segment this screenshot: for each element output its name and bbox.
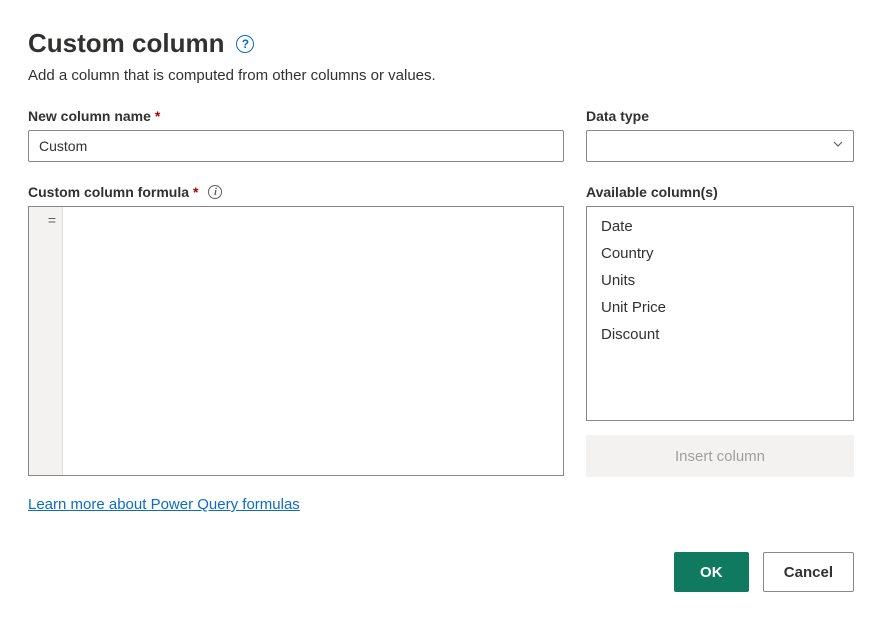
list-item[interactable]: Units	[587, 267, 853, 294]
ok-button[interactable]: OK	[674, 552, 749, 592]
info-icon[interactable]: i	[208, 185, 222, 199]
new-column-name-label: New column name *	[28, 108, 564, 124]
data-type-select[interactable]	[586, 130, 854, 162]
help-icon[interactable]: ?	[236, 35, 254, 53]
required-mark: *	[193, 184, 198, 200]
formula-editor[interactable]	[63, 207, 563, 475]
cancel-button[interactable]: Cancel	[763, 552, 854, 592]
required-mark: *	[155, 108, 160, 124]
list-item[interactable]: Unit Price	[587, 294, 853, 321]
available-columns-label: Available column(s)	[586, 184, 854, 200]
formula-gutter: =	[29, 207, 63, 475]
dialog-subtitle: Add a column that is computed from other…	[28, 67, 854, 84]
insert-column-button[interactable]: Insert column	[586, 435, 854, 477]
new-column-name-input[interactable]	[28, 130, 564, 162]
data-type-label: Data type	[586, 108, 854, 124]
list-item[interactable]: Date	[587, 213, 853, 240]
list-item[interactable]: Discount	[587, 321, 853, 348]
formula-editor-container: =	[28, 206, 564, 476]
learn-more-link[interactable]: Learn more about Power Query formulas	[28, 496, 300, 513]
list-item[interactable]: Country	[587, 240, 853, 267]
dialog-title: Custom column	[28, 28, 224, 59]
available-columns-list: Date Country Units Unit Price Discount	[586, 206, 854, 421]
formula-label: Custom column formula * i	[28, 184, 564, 200]
